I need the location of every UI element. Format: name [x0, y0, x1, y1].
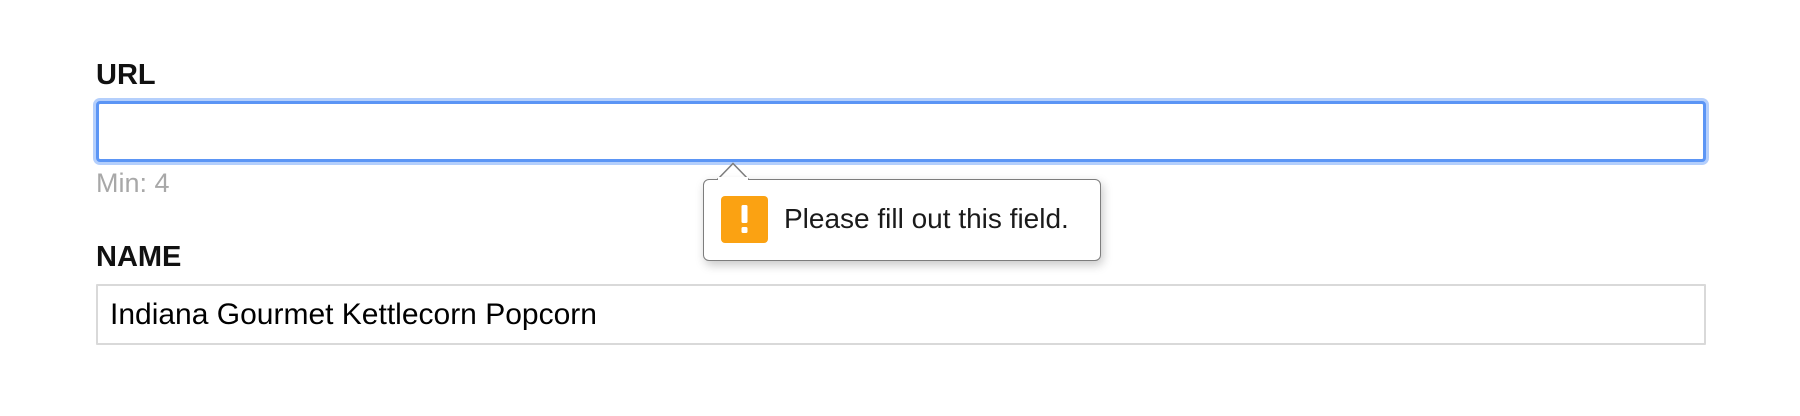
validation-tooltip: Please fill out this field.	[703, 179, 1101, 261]
form-page: URL Min: 4 NAME Please fill out this fie…	[0, 0, 1800, 416]
name-label: NAME	[96, 241, 182, 273]
name-input[interactable]	[96, 284, 1706, 345]
tooltip-arrow-join	[718, 177, 748, 181]
url-input[interactable]	[96, 101, 1706, 162]
url-label: URL	[96, 59, 156, 91]
validation-message: Please fill out this field.	[784, 203, 1069, 234]
url-min-hint: Min: 4	[96, 168, 170, 198]
warning-icon	[721, 196, 768, 243]
